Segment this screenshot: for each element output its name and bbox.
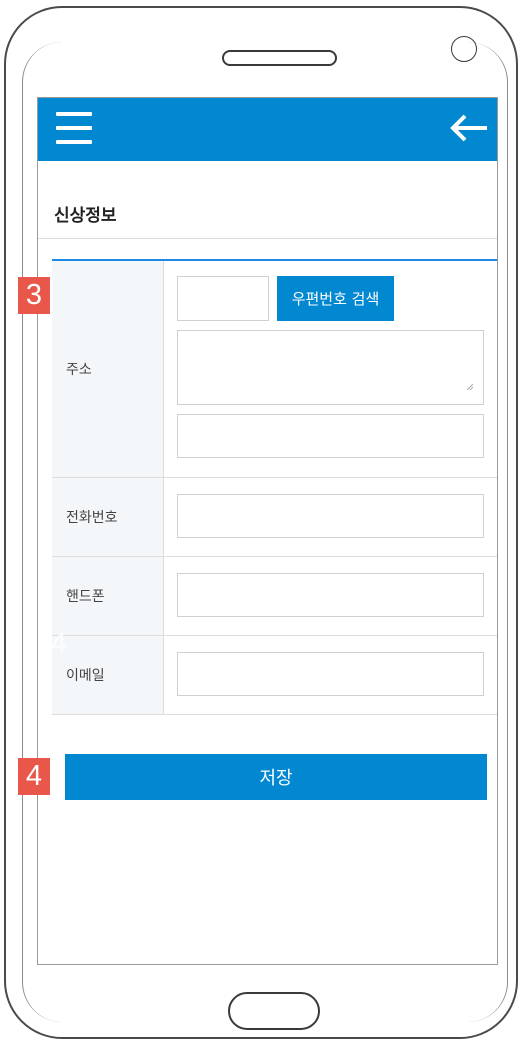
phone-row: 전화번호 bbox=[52, 478, 497, 557]
save-button[interactable]: 저장 bbox=[65, 754, 487, 800]
address-label: 주소 bbox=[52, 261, 164, 477]
postcode-search-button[interactable]: 우편번호 검색 bbox=[277, 276, 394, 321]
address-fields: 우편번호 검색 bbox=[164, 261, 497, 477]
address-row: 주소 우편번호 검색 bbox=[52, 261, 497, 478]
step-marker-4: 4 bbox=[18, 758, 50, 795]
profile-form: 주소 우편번호 검색 전화번호 핸드폰 이메일 bbox=[52, 259, 497, 715]
phone-speaker bbox=[222, 50, 337, 66]
phone-home-button[interactable] bbox=[228, 992, 320, 1030]
email-input[interactable] bbox=[177, 652, 484, 696]
phone-field bbox=[164, 478, 497, 556]
email-row: 이메일 bbox=[52, 636, 497, 715]
phone-camera bbox=[451, 36, 477, 62]
resize-grip-icon[interactable] bbox=[467, 384, 473, 390]
title-divider bbox=[38, 238, 497, 239]
app-header bbox=[38, 98, 497, 161]
menu-icon[interactable] bbox=[56, 112, 92, 144]
mobile-input[interactable] bbox=[177, 573, 484, 617]
mobile-label: 핸드폰 bbox=[52, 557, 164, 635]
postcode-input[interactable] bbox=[177, 276, 269, 321]
step-marker-3: 3 bbox=[18, 277, 50, 314]
phone-input[interactable] bbox=[177, 494, 484, 538]
phone-label: 전화번호 bbox=[52, 478, 164, 556]
address-textarea[interactable] bbox=[177, 330, 484, 405]
email-field bbox=[164, 636, 497, 714]
mobile-field bbox=[164, 557, 497, 635]
email-label: 이메일 bbox=[52, 636, 164, 714]
page-title: 신상정보 bbox=[54, 206, 117, 226]
ghost-step-marker: 4 bbox=[51, 627, 67, 658]
app-screen: 신상정보 주소 우편번호 검색 전화번호 핸드폰 이메일 저장 bbox=[37, 97, 498, 965]
back-arrow-icon[interactable] bbox=[447, 110, 491, 146]
mobile-row: 핸드폰 bbox=[52, 557, 497, 636]
address-detail-input[interactable] bbox=[177, 414, 484, 458]
